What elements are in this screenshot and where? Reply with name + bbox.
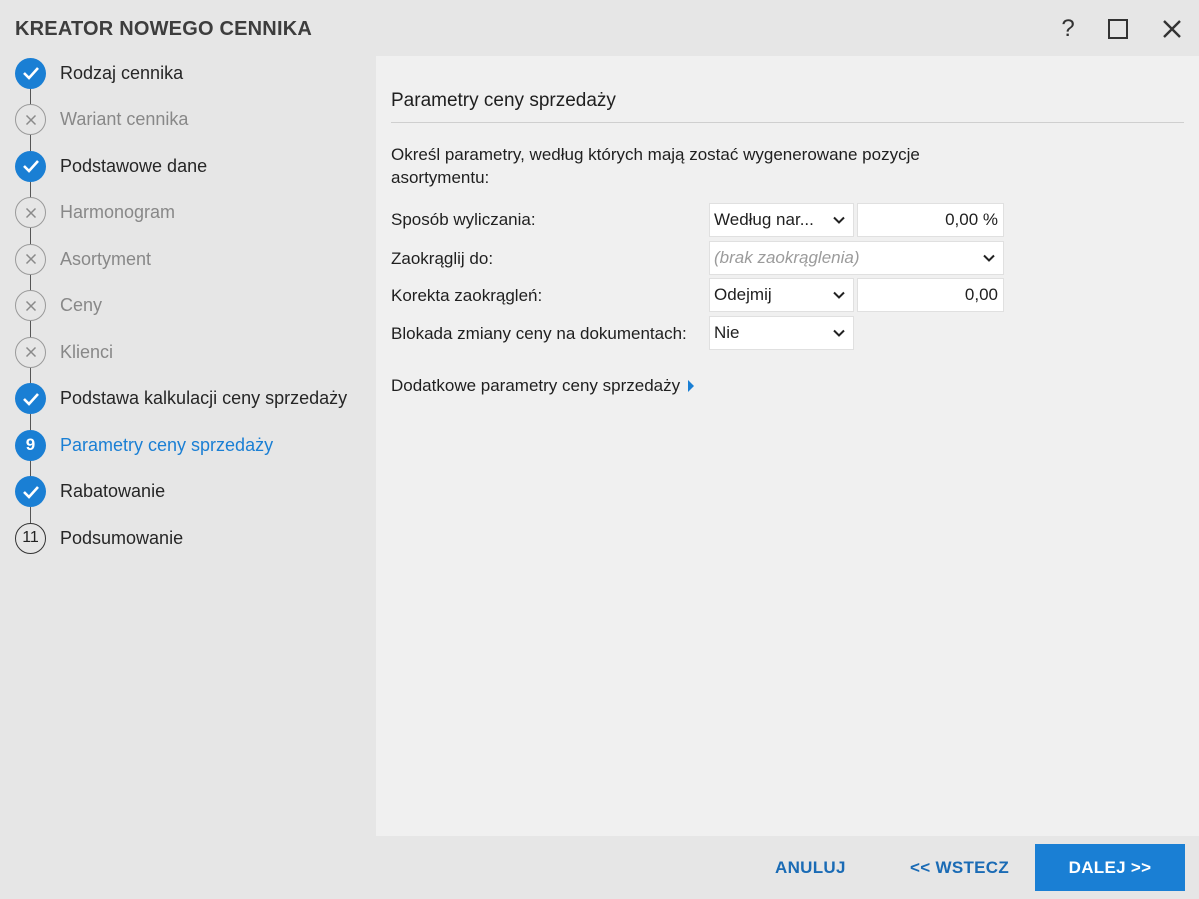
close-icon bbox=[1163, 20, 1181, 38]
round-correction-value-input[interactable] bbox=[857, 278, 1004, 312]
wizard-step[interactable]: Harmonogram bbox=[0, 195, 376, 231]
wizard-step-label: Rabatowanie bbox=[60, 481, 166, 501]
price-lock-select-value: Nie bbox=[714, 323, 740, 342]
round-to-placeholder: (brak zaokrąglenia) bbox=[714, 248, 860, 267]
round-correction-select[interactable]: Odejmij bbox=[709, 278, 854, 312]
wizard-steps-sidebar: Rodzaj cennika Wariant cennika Podstawowe … bbox=[0, 56, 376, 836]
more-params-toggle[interactable]: Dodatkowe parametry ceny sprzedaży bbox=[391, 376, 695, 396]
wizard-footer: ANULUJ << WSTECZ DALEJ >> bbox=[0, 836, 1199, 899]
wizard-step[interactable]: Ceny bbox=[0, 288, 376, 324]
step-number: 11 bbox=[15, 522, 46, 554]
maximize-button[interactable] bbox=[1101, 12, 1135, 46]
calc-method-select-value: Według nar... bbox=[714, 210, 814, 229]
check-icon bbox=[15, 57, 46, 89]
help-button[interactable]: ? bbox=[1051, 12, 1085, 46]
wizard-step[interactable]: 9 Parametry ceny sprzedaży bbox=[0, 427, 376, 463]
chevron-down-icon bbox=[825, 216, 853, 224]
wizard-step-label: Rodzaj cennika bbox=[60, 62, 184, 83]
round-to-select[interactable]: (brak zaokrąglenia) bbox=[709, 241, 1004, 275]
wizard-step-label: Podstawowe dane bbox=[60, 155, 208, 176]
wizard-step-label: Asortyment bbox=[60, 248, 152, 269]
wizard-step-label: Podsumowanie bbox=[60, 527, 184, 548]
more-params-label: Dodatkowe parametry ceny sprzedaży bbox=[391, 376, 681, 395]
section-title: Parametry ceny sprzedaży bbox=[391, 90, 616, 111]
skipped-icon bbox=[15, 290, 46, 321]
wizard-step-label: Wariant cennika bbox=[60, 109, 189, 129]
title-bar: KREATOR NOWEGO CENNIKA ? bbox=[0, 0, 1199, 56]
price-lock-label: Blokada zmiany ceny na dokumentach: bbox=[391, 324, 687, 343]
round-correction-label: Korekta zaokrągleń: bbox=[391, 286, 543, 305]
skipped-icon bbox=[15, 336, 46, 368]
wizard-step[interactable]: Podstawa kalkulacji ceny sprzedaży bbox=[0, 381, 376, 417]
cancel-button[interactable]: ANULUJ bbox=[775, 858, 846, 878]
calc-method-label: Sposób wyliczania: bbox=[391, 210, 536, 229]
skipped-icon bbox=[15, 197, 46, 228]
wizard-step-label: Parametry ceny sprzedaży bbox=[60, 434, 274, 455]
close-button[interactable] bbox=[1155, 12, 1189, 46]
chevron-down-icon bbox=[825, 291, 853, 299]
round-correction-select-value: Odejmij bbox=[714, 285, 772, 304]
calc-method-value-input[interactable] bbox=[857, 203, 1004, 237]
window-title: KREATOR NOWEGO CENNIKA bbox=[15, 18, 312, 40]
check-icon bbox=[15, 150, 46, 182]
next-button[interactable]: DALEJ >> bbox=[1035, 844, 1185, 891]
chevron-down-icon bbox=[825, 329, 853, 337]
wizard-step[interactable]: Klienci bbox=[0, 334, 376, 370]
wizard-step[interactable]: 11 Podsumowanie bbox=[0, 520, 376, 556]
wizard-step-label: Klienci bbox=[60, 341, 114, 362]
round-to-label: Zaokrąglij do: bbox=[391, 249, 494, 268]
step-number: 9 bbox=[15, 429, 46, 461]
skipped-icon bbox=[15, 243, 46, 275]
back-button[interactable]: << WSTECZ bbox=[910, 858, 1009, 878]
section-divider bbox=[391, 122, 1184, 123]
wizard-step-label: Harmonogram bbox=[60, 202, 176, 222]
wizard-step[interactable]: Podstawowe dane bbox=[0, 148, 376, 184]
skipped-icon bbox=[15, 104, 46, 135]
price-lock-select[interactable]: Nie bbox=[709, 316, 854, 350]
check-icon bbox=[15, 476, 46, 507]
calc-method-select[interactable]: Według nar... bbox=[709, 203, 854, 237]
wizard-step-label: Ceny bbox=[60, 295, 103, 315]
wizard-step[interactable]: Rodzaj cennika bbox=[0, 55, 376, 91]
maximize-icon bbox=[1108, 19, 1128, 39]
wizard-step[interactable]: Wariant cennika bbox=[0, 102, 376, 138]
content-panel: Parametry ceny sprzedaży Określ parametr… bbox=[376, 56, 1199, 836]
wizard-step-label: Podstawa kalkulacji ceny sprzedaży bbox=[60, 388, 348, 408]
wizard-step[interactable]: Rabatowanie bbox=[0, 474, 376, 510]
check-icon bbox=[15, 383, 46, 414]
wizard-step[interactable]: Asortyment bbox=[0, 241, 376, 277]
section-description: Określ parametry, według których mają zo… bbox=[391, 145, 920, 187]
expand-arrow-icon bbox=[688, 380, 695, 392]
chevron-down-icon bbox=[975, 254, 1003, 262]
